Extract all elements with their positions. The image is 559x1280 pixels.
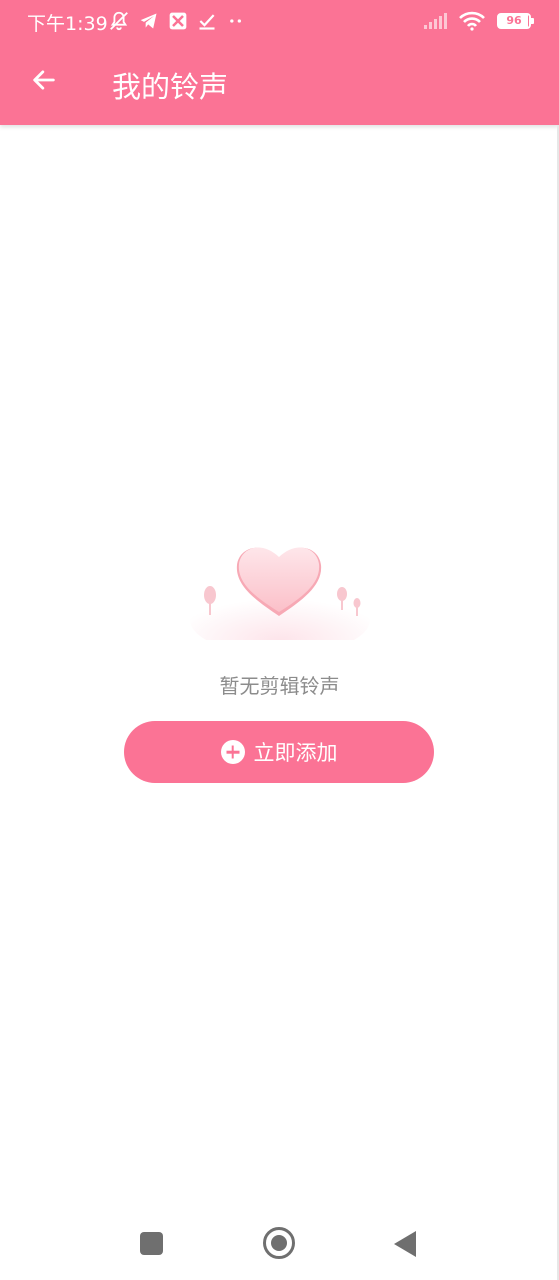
home-button[interactable] [263,1227,295,1259]
empty-heart-illustration [185,530,375,655]
telegram-icon [139,11,159,31]
battery-icon: 96 [497,13,534,29]
status-icons-left [108,10,246,32]
app-bar: 我的铃声 [0,42,559,125]
more-dots-icon [226,11,246,31]
back-button[interactable] [22,62,66,102]
plus-circle-icon [220,740,245,764]
muted-bell-icon [108,10,130,32]
add-now-label: 立即添加 [253,741,338,765]
arrow-left-icon [30,66,58,98]
status-time: 下午1:39 [27,13,108,35]
system-back-button[interactable] [394,1231,416,1257]
recents-button[interactable] [140,1232,163,1255]
status-bar: 下午1:39 96 [0,0,559,42]
wifi-icon [459,11,485,31]
system-nav-bar [0,1205,559,1280]
page-title: 我的铃声 [112,70,229,104]
empty-message: 暂无剪辑铃声 [219,674,340,698]
check-icon [197,11,217,31]
status-icons-right: 96 [423,10,534,32]
screen: 下午1:39 96 我的铃声 暂无剪辑铃声 立即添加 [0,0,559,1280]
add-now-button[interactable]: 立即添加 [124,721,434,783]
signal-icon [423,12,447,30]
app-icon [168,11,188,31]
header: 下午1:39 96 我的铃声 [0,0,559,125]
